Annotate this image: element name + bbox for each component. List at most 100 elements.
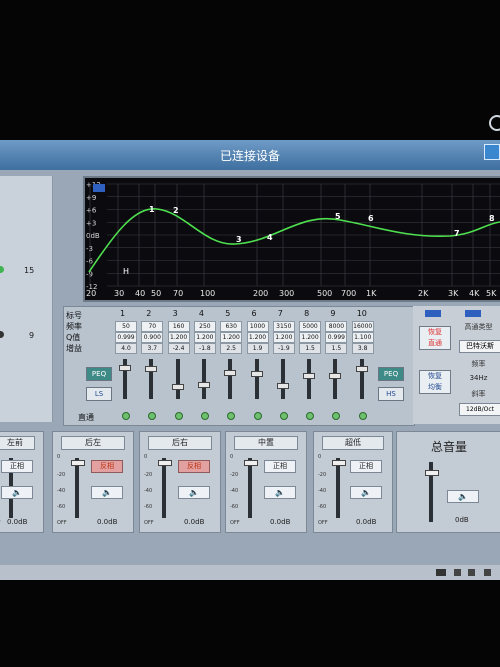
peq-slider-knob[interactable] [276, 382, 289, 389]
knob-icon[interactable] [0, 331, 4, 338]
eq-point-handle[interactable]: 3 [236, 235, 242, 244]
speaker-icon[interactable]: 🔈 [1, 486, 33, 499]
eq-response-graph[interactable]: +12+9+6+30dB-3-6-9-122030405070100200300… [83, 176, 500, 302]
peq-gain-slider[interactable] [307, 359, 312, 399]
peq-gain-input[interactable]: 1.9 [246, 343, 269, 354]
speaker-icon[interactable]: 🔈 [264, 486, 296, 499]
channel-title[interactable]: 超低 [322, 436, 384, 450]
speaker-icon[interactable]: 🔈 [350, 486, 382, 499]
peq-q-input[interactable]: 0.900 [141, 332, 164, 343]
peq-band-enable-icon[interactable] [200, 412, 209, 420]
peq-band-enable-icon[interactable] [174, 412, 183, 420]
peq-q-input[interactable]: 1.200 [193, 332, 216, 343]
peq-band-enable-icon[interactable] [332, 412, 341, 420]
highpass-type-select[interactable]: 巴特沃斯 [459, 340, 500, 353]
low-shelf-button[interactable]: LS [86, 387, 112, 401]
channel-volume-knob[interactable] [332, 460, 346, 466]
master-speaker-icon[interactable]: 🔈 [447, 490, 479, 503]
peq-frequency-input[interactable]: 3150 [272, 321, 295, 332]
channel-volume-knob[interactable] [244, 460, 258, 466]
channel-volume-slider[interactable] [75, 458, 79, 518]
peq-slider-knob[interactable] [329, 372, 342, 379]
peq-q-input[interactable]: 0.999 [115, 332, 137, 343]
eq-point-handle[interactable]: 1 [149, 205, 155, 214]
peq-gain-slider[interactable] [333, 359, 338, 399]
channel-title[interactable]: 后左 [61, 436, 125, 450]
channel-volume-slider[interactable] [248, 458, 252, 518]
master-volume-knob[interactable] [425, 470, 439, 476]
phase-button[interactable]: 正相 [350, 460, 382, 473]
peq-frequency-input[interactable]: 8000 [325, 321, 348, 332]
channel-title[interactable]: 中置 [234, 436, 298, 450]
peq-slider-knob[interactable] [355, 365, 368, 372]
peq-band-enable-icon[interactable] [148, 412, 157, 420]
peq-gain-slider[interactable] [254, 359, 259, 399]
peq-band-enable-icon[interactable] [122, 412, 130, 420]
phase-button[interactable]: 反相 [91, 460, 123, 473]
peq-band-enable-icon[interactable] [279, 412, 288, 420]
peq-q-input[interactable]: 1.200 [272, 332, 295, 343]
peq-gain-input[interactable]: 3.7 [141, 343, 164, 354]
eq-point-handle[interactable]: 8 [489, 214, 495, 223]
peq-gain-slider[interactable] [201, 359, 206, 399]
peq-band-enable-icon[interactable] [306, 412, 315, 420]
peq-gain-input[interactable]: 3.8 [351, 343, 374, 354]
peq-frequency-input[interactable]: 50 [115, 321, 137, 332]
peq-slider-knob[interactable] [145, 365, 158, 372]
peq-q-input[interactable]: 1.200 [246, 332, 269, 343]
channel-volume-slider[interactable] [336, 458, 340, 518]
peq-gain-slider[interactable] [280, 359, 285, 399]
peq-gain-input[interactable]: 1.5 [325, 343, 348, 354]
speaker-icon[interactable]: 🔈 [91, 486, 123, 499]
peq-slider-knob[interactable] [171, 384, 184, 391]
channel-title[interactable]: 左前 [0, 436, 35, 450]
peq-left-button[interactable]: PEQ [86, 367, 112, 381]
peq-slider-knob[interactable] [303, 372, 316, 379]
peq-q-input[interactable]: 0.999 [325, 332, 348, 343]
peq-gain-slider[interactable] [228, 359, 233, 399]
peq-frequency-input[interactable]: 160 [167, 321, 190, 332]
volume-icon[interactable] [468, 569, 475, 576]
peq-band-enable-icon[interactable] [253, 412, 262, 420]
peq-gain-input[interactable]: -2.4 [167, 343, 190, 354]
peq-q-input[interactable]: 1.200 [220, 332, 243, 343]
window-close-icon[interactable] [484, 144, 500, 160]
peq-slider-knob[interactable] [197, 382, 210, 389]
frequency-value[interactable]: 34Hz [457, 374, 500, 382]
peq-slider-knob[interactable] [250, 371, 263, 378]
peq-frequency-input[interactable]: 1000 [246, 321, 269, 332]
peq-q-input[interactable]: 1.100 [351, 332, 374, 343]
phase-button[interactable]: 正相 [1, 460, 33, 473]
keyboard-icon[interactable] [436, 569, 446, 576]
channel-volume-slider[interactable] [162, 458, 166, 518]
peq-band-enable-icon[interactable] [227, 412, 236, 420]
flag-icon[interactable] [484, 569, 491, 576]
channel-volume-knob[interactable] [71, 460, 85, 466]
phase-button[interactable]: 正相 [264, 460, 296, 473]
peq-gain-input[interactable]: 2.5 [220, 343, 243, 354]
network-icon[interactable] [454, 569, 461, 576]
peq-frequency-input[interactable]: 250 [193, 321, 216, 332]
high-shelf-button[interactable]: HS [378, 387, 404, 401]
peq-q-input[interactable]: 1.200 [299, 332, 322, 343]
peq-gain-slider[interactable] [175, 359, 180, 399]
peq-frequency-input[interactable]: 630 [220, 321, 243, 332]
peq-band-enable-icon[interactable] [358, 412, 367, 420]
peq-frequency-input[interactable]: 70 [141, 321, 164, 332]
peq-slider-knob[interactable] [119, 365, 131, 371]
speaker-icon[interactable]: 🔈 [178, 486, 210, 499]
phase-button[interactable]: 反相 [178, 460, 210, 473]
peq-q-input[interactable]: 1.200 [167, 332, 190, 343]
reset-eq-button[interactable]: 恢复 均衡 [419, 370, 451, 394]
peq-frequency-input[interactable]: 5000 [299, 321, 322, 332]
peq-gain-input[interactable]: -1.8 [193, 343, 216, 354]
eq-point-handle[interactable]: 2 [173, 206, 179, 215]
slope-select[interactable]: 12dB/Oct [459, 403, 500, 416]
peq-gain-input[interactable]: -1.9 [272, 343, 295, 354]
restore-bypass-button[interactable]: 恢复 直通 [419, 326, 451, 350]
peq-frequency-input[interactable]: 16000 [351, 321, 374, 332]
eq-point-handle[interactable]: 5 [335, 212, 341, 221]
channel-title[interactable]: 后右 [148, 436, 212, 450]
eq-point-handle[interactable]: 4 [267, 233, 273, 242]
peq-gain-input[interactable]: 4.0 [115, 343, 137, 354]
